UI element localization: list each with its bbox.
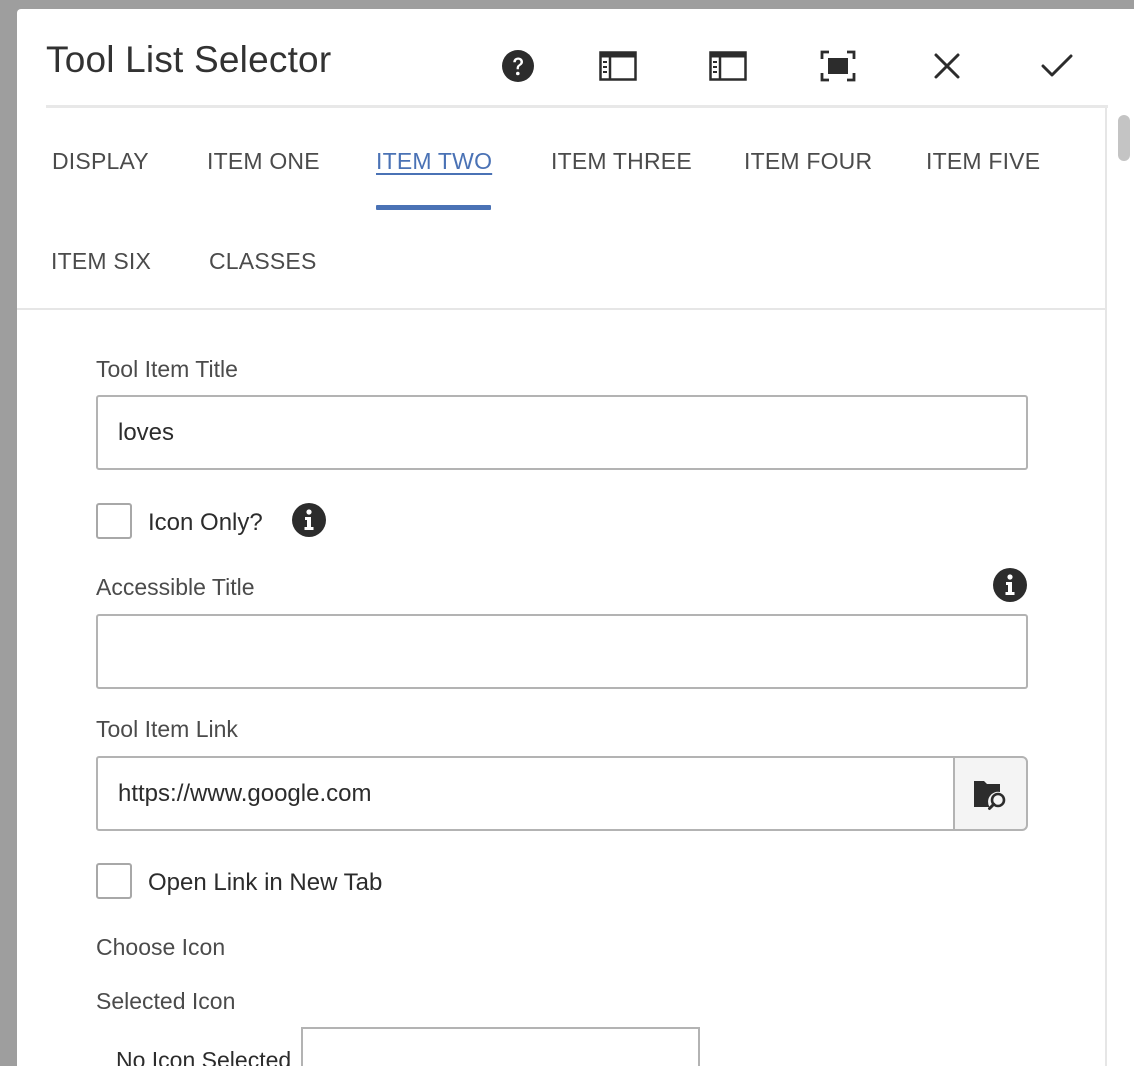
- selected-icon-label: Selected Icon: [96, 988, 236, 1014]
- accessible-title-input[interactable]: [96, 614, 1028, 689]
- scrollbar-thumb[interactable]: [1118, 115, 1130, 161]
- tool-item-link-label: Tool Item Link: [96, 716, 238, 742]
- tool-item-link-input[interactable]: [96, 756, 954, 831]
- tab-list: DISPLAY ITEM ONE ITEM TWO ITEM THREE ITE…: [17, 108, 1107, 310]
- active-tab-indicator: [376, 205, 491, 210]
- dialog-title: Tool List Selector: [46, 39, 332, 80]
- help-icon: [502, 50, 534, 82]
- icon-only-checkbox[interactable]: [96, 503, 132, 539]
- panel-left-icon: [709, 51, 747, 81]
- scrollbar[interactable]: [1112, 113, 1134, 1066]
- tab-item-four[interactable]: ITEM FOUR: [744, 148, 872, 175]
- close-button[interactable]: [924, 43, 970, 89]
- tab-classes[interactable]: CLASSES: [209, 248, 317, 275]
- tool-item-title-input[interactable]: [96, 395, 1028, 470]
- accessible-title-label: Accessible Title: [96, 574, 255, 600]
- info-icon[interactable]: [291, 502, 327, 538]
- tool-item-title-label: Tool Item Title: [96, 356, 238, 382]
- toggle-side-panel-button-2[interactable]: [705, 43, 751, 89]
- choose-icon-label: Choose Icon: [96, 934, 226, 960]
- selected-icon-preview: [301, 1027, 700, 1066]
- open-new-tab-checkbox[interactable]: [96, 863, 132, 899]
- panel-left-icon: [599, 51, 637, 81]
- toggle-side-panel-button[interactable]: [595, 43, 641, 89]
- tab-item-two[interactable]: ITEM TWO: [376, 148, 492, 175]
- dialog-content: DISPLAY ITEM ONE ITEM TWO ITEM THREE ITE…: [17, 108, 1107, 1066]
- open-new-tab-label: Open Link in New Tab: [148, 869, 383, 896]
- tab-item-three[interactable]: ITEM THREE: [551, 148, 692, 175]
- dialog-header: Tool List Selector: [17, 9, 1134, 108]
- done-button[interactable]: [1034, 43, 1080, 89]
- tab-display[interactable]: DISPLAY: [52, 148, 149, 175]
- info-icon[interactable]: [992, 567, 1028, 603]
- dialog: Tool List Selector DISPLAY ITEM ONE ITEM…: [17, 9, 1134, 1066]
- browse-link-button[interactable]: [953, 756, 1028, 831]
- icon-only-label: Icon Only?: [148, 509, 263, 536]
- fullscreen-button[interactable]: [815, 43, 861, 89]
- check-icon: [1041, 54, 1073, 77]
- tab-item-five[interactable]: ITEM FIVE: [926, 148, 1040, 175]
- help-button[interactable]: [495, 43, 541, 89]
- tab-item-six[interactable]: ITEM SIX: [51, 248, 151, 275]
- tab-item-one[interactable]: ITEM ONE: [207, 148, 320, 175]
- fullscreen-icon: [820, 50, 856, 82]
- no-icon-selected-text: No Icon Selected: [116, 1047, 292, 1066]
- folder-search-icon: [973, 780, 1005, 810]
- close-icon: [934, 53, 960, 79]
